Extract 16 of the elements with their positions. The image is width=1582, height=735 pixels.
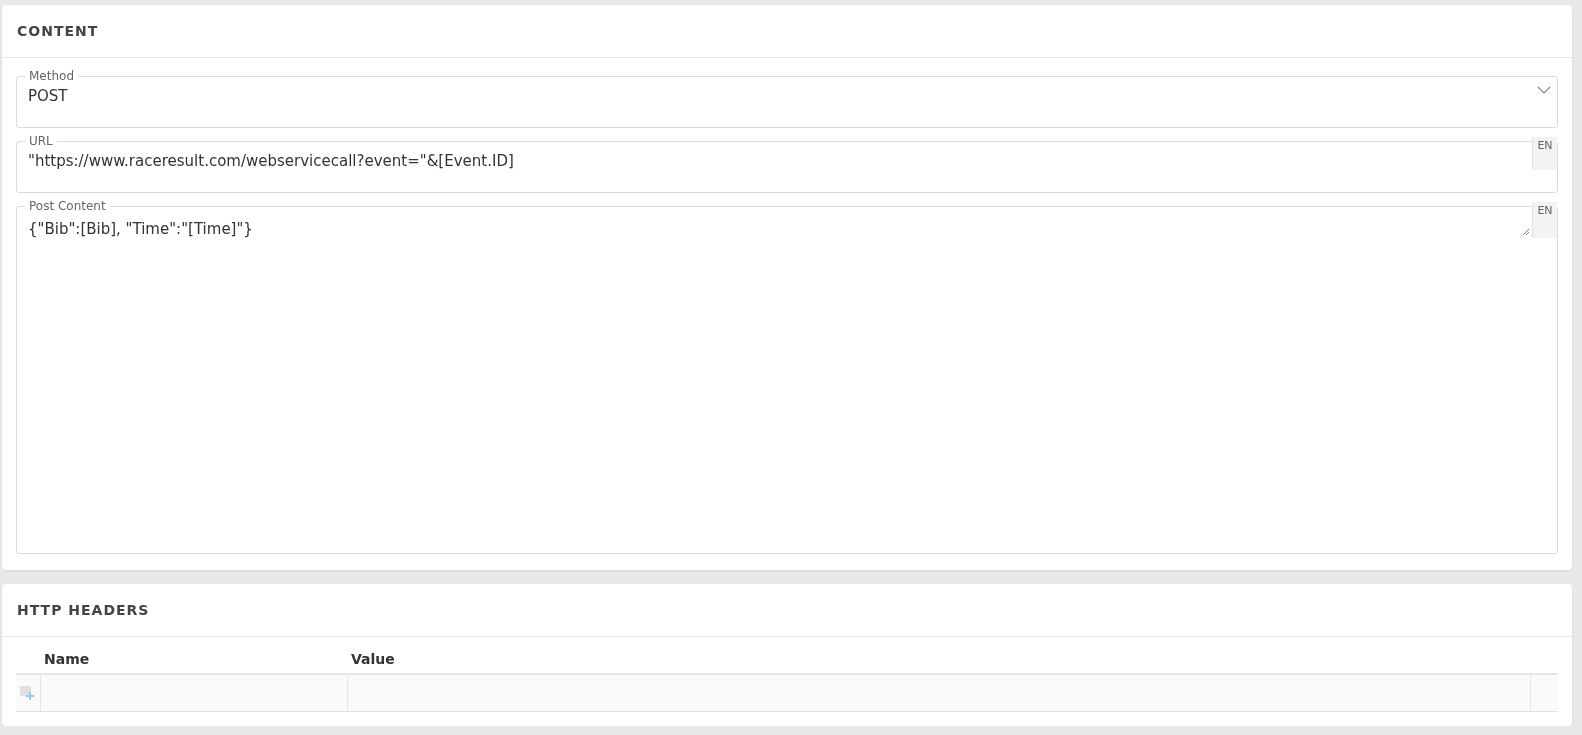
field-value: POST: [28, 87, 68, 105]
field-label: URL: [28, 137, 54, 145]
field-label: Post Content: [28, 202, 107, 210]
table-cell: [1530, 675, 1558, 712]
post-content-field[interactable]: Post Content {"Bib":[Bib], "Time":"[Time]"} EN: [16, 202, 1558, 554]
section-title: CONTENT: [17, 23, 99, 39]
chevron-down-icon: [1537, 85, 1551, 94]
language-tag: EN: [1532, 137, 1557, 170]
section-title: HTTP HEADERS: [17, 602, 150, 618]
language-tag: EN: [1532, 202, 1557, 238]
field-label: Method: [28, 72, 75, 80]
resize-handle-icon[interactable]: [1522, 228, 1530, 236]
method-select[interactable]: Method POST: [16, 72, 1558, 128]
field-value: "https://www.raceresult.com/webservicecall?event="&[Event.ID]: [28, 152, 514, 170]
url-field[interactable]: URL "https://www.raceresult.com/webservicecall?event="&[Event.ID] EN: [16, 137, 1558, 193]
field-value: {"Bib":[Bib], "Time":"[Time]"}: [28, 220, 253, 238]
